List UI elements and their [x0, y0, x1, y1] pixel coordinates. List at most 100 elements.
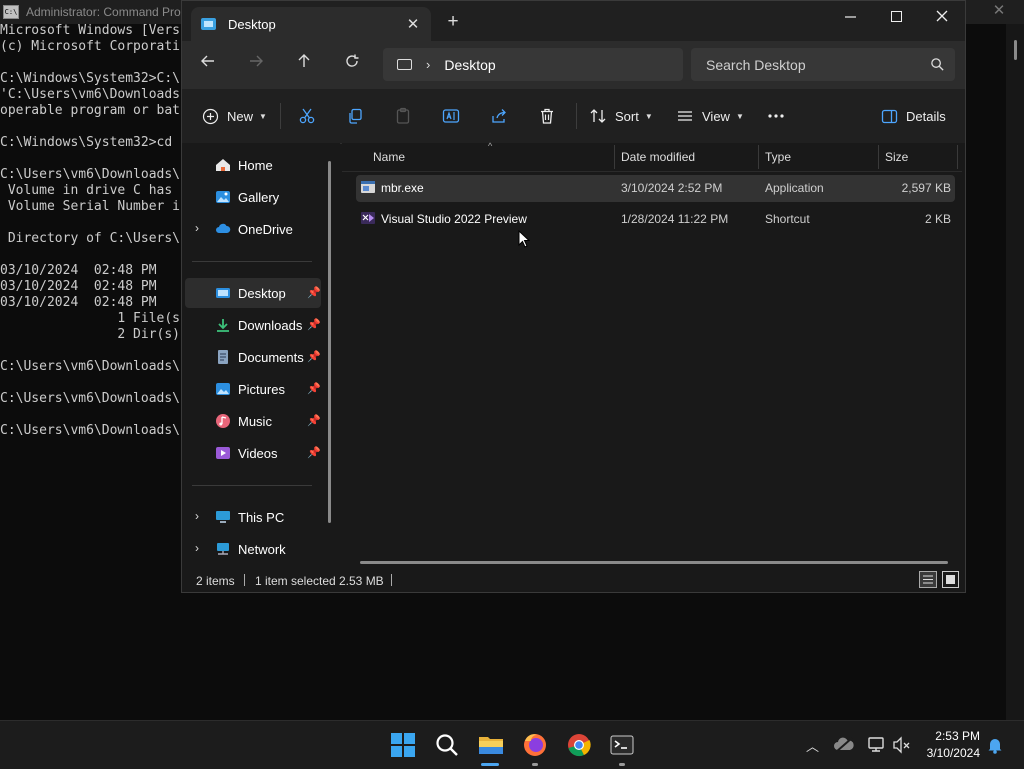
chevron-right-icon[interactable]: ›: [195, 541, 199, 555]
cut-button[interactable]: [298, 102, 316, 130]
chevron-up-icon[interactable]: ︿: [806, 736, 819, 755]
table-row[interactable]: Visual Studio 2022 Preview 1/28/2024 11:…: [356, 206, 955, 233]
file-name: Visual Studio 2022 Preview: [381, 212, 527, 226]
cmd-output-line: C:\Windows\System32>cd: [0, 135, 173, 150]
column-header-size[interactable]: Size: [885, 150, 908, 164]
nav-item-onedrive[interactable]: › OneDrive: [185, 214, 321, 244]
search-icon[interactable]: [431, 729, 463, 761]
onedrive-tray-icon[interactable]: [832, 733, 856, 757]
cmd-output-line: [0, 55, 180, 71]
nav-item-pictures[interactable]: Pictures 📌: [185, 374, 321, 404]
nav-item-music[interactable]: Music 📌: [185, 406, 321, 436]
firefox-icon[interactable]: [519, 729, 551, 761]
cmd-output-line: C:\Windows\System32>C:\: [0, 71, 181, 86]
column-header-name[interactable]: Name: [373, 150, 405, 164]
nav-item-this-pc[interactable]: › This PC: [185, 502, 321, 532]
rename-button[interactable]: [442, 102, 460, 130]
more-dots-icon: [768, 114, 784, 118]
windows-start-icon[interactable]: [387, 729, 419, 761]
cmd-close-button[interactable]: ✕: [988, 0, 1010, 24]
share-button[interactable]: [490, 102, 508, 130]
network-icon: [217, 543, 229, 555]
minimize-icon: [844, 15, 856, 18]
nav-label: Gallery: [238, 190, 280, 205]
paste-button[interactable]: [394, 102, 412, 130]
home-icon: [216, 159, 230, 171]
chevron-right-icon[interactable]: ›: [195, 221, 199, 235]
network-tray-icon[interactable]: [865, 733, 889, 757]
status-divider: [244, 574, 245, 586]
file-explorer-icon[interactable]: [475, 729, 507, 761]
column-divider[interactable]: [758, 145, 759, 169]
details-pane-button[interactable]: Details: [881, 102, 946, 130]
nav-item-desktop[interactable]: Desktop 📌: [185, 278, 321, 308]
pin-icon[interactable]: 📌: [307, 414, 321, 427]
pin-icon[interactable]: 📌: [307, 382, 321, 395]
details-view-button[interactable]: [919, 571, 937, 588]
delete-button[interactable]: [538, 102, 556, 130]
sort-button[interactable]: Sort ▼: [589, 102, 653, 130]
navigation-pane-scrollbar[interactable]: [328, 161, 331, 523]
column-header-date-modified[interactable]: Date modified: [621, 150, 695, 164]
sort-label: Sort: [615, 108, 639, 124]
address-bar[interactable]: › Desktop: [383, 48, 683, 81]
cmd-output-line: 03/10/2024 02:48 PM: [0, 295, 157, 310]
nav-item-downloads[interactable]: Downloads 📌: [185, 310, 321, 340]
nav-item-documents[interactable]: Documents 📌: [185, 342, 321, 372]
cmd-scrollbar-thumb[interactable]: [1014, 40, 1017, 60]
address-breadcrumb-desktop[interactable]: Desktop: [444, 57, 495, 73]
up-button[interactable]: [290, 53, 318, 77]
search-input[interactable]: [691, 48, 921, 81]
nav-label: Pictures: [238, 382, 285, 397]
pin-icon[interactable]: 📌: [307, 318, 321, 331]
pin-icon[interactable]: 📌: [307, 286, 321, 299]
pin-icon[interactable]: 📌: [307, 350, 321, 363]
forward-button[interactable]: [242, 53, 270, 77]
view-button[interactable]: View ▼: [676, 102, 744, 130]
column-divider[interactable]: [957, 145, 958, 169]
search-icon[interactable]: [930, 57, 945, 72]
nav-label: Videos: [238, 446, 278, 461]
more-options-button[interactable]: [767, 102, 785, 130]
new-tab-button[interactable]: +: [444, 12, 462, 31]
nav-item-videos[interactable]: Videos 📌: [185, 438, 321, 468]
copy-button[interactable]: [346, 102, 364, 130]
tab-desktop[interactable]: Desktop ✕: [191, 7, 431, 41]
search-box[interactable]: [691, 48, 955, 81]
speaker-muted-icon[interactable]: [890, 733, 914, 757]
terminal-icon[interactable]: [606, 729, 638, 761]
refresh-button[interactable]: [338, 53, 366, 77]
close-window-button[interactable]: [919, 1, 965, 31]
cmd-scrollbar[interactable]: [1006, 24, 1024, 720]
status-bar: 2 items 1 item selected 2.53 MB: [182, 567, 965, 592]
tab-close-icon[interactable]: ✕: [405, 15, 421, 33]
new-button[interactable]: New ▼: [202, 102, 267, 130]
nav-item-gallery[interactable]: Gallery: [185, 182, 321, 212]
horizontal-scrollbar[interactable]: [360, 561, 948, 564]
pin-icon[interactable]: 📌: [307, 446, 321, 459]
chevron-right-icon[interactable]: ›: [426, 57, 430, 72]
chrome-icon[interactable]: [563, 729, 595, 761]
column-header-row: ^ Name Date modified Type Size: [342, 141, 962, 172]
nav-label: Downloads: [238, 318, 303, 333]
clock-time[interactable]: 2:53 PM: [930, 729, 980, 743]
clock-date[interactable]: 3/10/2024: [920, 746, 980, 760]
chevron-right-icon[interactable]: ›: [195, 509, 199, 523]
copy-icon: [349, 108, 362, 124]
cmd-output-line: Volume Serial Number i: [0, 199, 181, 214]
nav-item-network[interactable]: › Network: [185, 534, 321, 564]
column-divider[interactable]: [878, 145, 879, 169]
cmd-output-line: C:\Users\vm6\Downloads\: [0, 391, 181, 406]
cmd-output-line: 03/10/2024 02:48 PM: [0, 263, 157, 278]
application-exe-icon: [361, 181, 375, 193]
nav-item-home[interactable]: Home: [185, 150, 321, 180]
table-row[interactable]: mbr.exe 3/10/2024 2:52 PM Application 2,…: [356, 175, 955, 202]
column-header-type[interactable]: Type: [765, 150, 791, 164]
back-button[interactable]: [194, 53, 222, 77]
bell-notification-icon[interactable]: [985, 735, 1005, 755]
column-divider[interactable]: [614, 145, 615, 169]
file-explorer-window[interactable]: Desktop ✕ + › Desktop Search Desktop New…: [181, 0, 966, 593]
large-icons-view-button[interactable]: [942, 571, 959, 588]
minimize-button[interactable]: [827, 1, 873, 31]
maximize-button[interactable]: [873, 1, 919, 31]
